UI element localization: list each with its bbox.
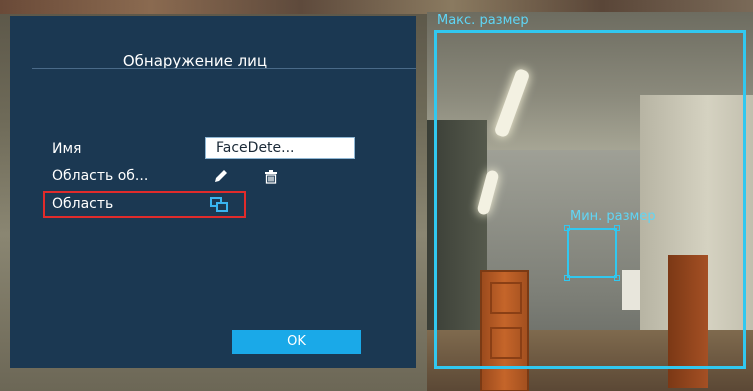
ok-button[interactable]: OK [232, 330, 361, 354]
trash-icon[interactable] [264, 169, 278, 188]
max-size-box[interactable] [434, 30, 746, 369]
max-size-label: Макс. размер [437, 13, 529, 28]
name-input[interactable]: FaceDete... [205, 137, 355, 159]
area-highlight-frame [43, 191, 246, 218]
resize-handle[interactable] [564, 275, 570, 281]
title-divider [32, 68, 416, 69]
min-size-box[interactable] [567, 228, 617, 278]
pencil-icon[interactable] [212, 167, 230, 189]
detection-area-label: Область об... [52, 168, 149, 184]
min-size-label: Мин. размер [570, 209, 656, 224]
face-detection-dialog: Обнаружение лиц Имя FaceDete... Область … [10, 16, 416, 368]
name-label: Имя [52, 141, 82, 157]
resize-handle[interactable] [614, 275, 620, 281]
resize-handle[interactable] [564, 225, 570, 231]
resize-handle[interactable] [614, 225, 620, 231]
